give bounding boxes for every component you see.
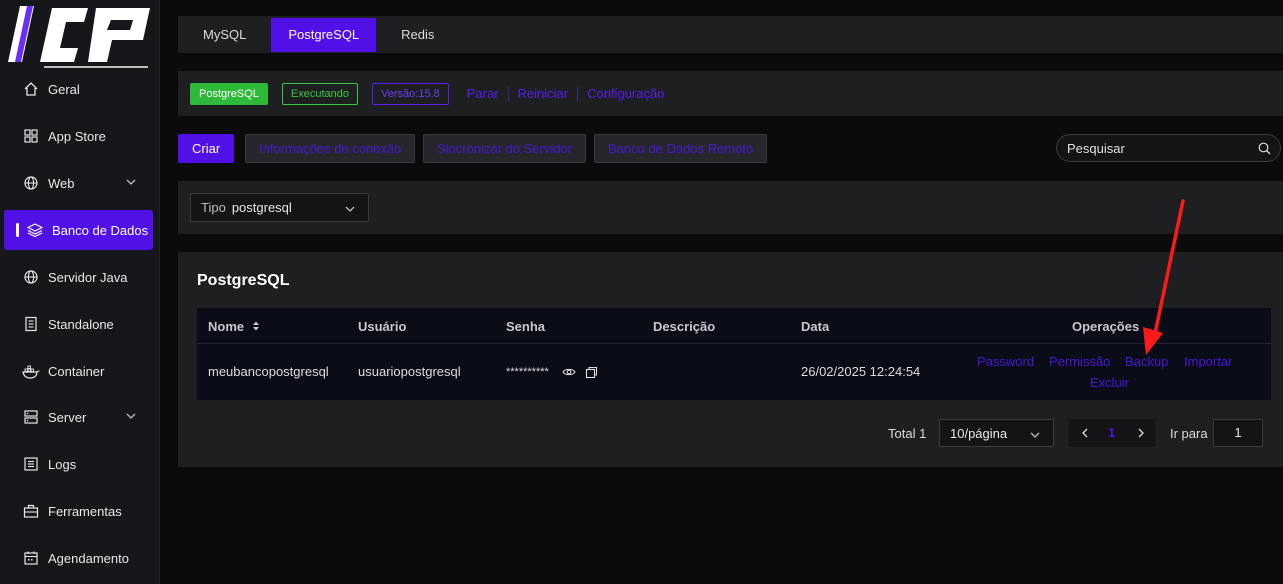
- db-date: 26/02/2025 12:24:54: [801, 364, 921, 379]
- table-header: Nome Usuário Senha Descrição Data Operaç…: [197, 308, 1271, 344]
- sidebar-item-label: Agendamento: [48, 550, 129, 566]
- sidebar-item-banco-de-dados[interactable]: Banco de Dados: [4, 210, 153, 250]
- column-header-name[interactable]: Nome: [208, 319, 261, 335]
- docker-icon: [22, 362, 40, 380]
- server-icon: [22, 408, 40, 426]
- sidebar-item-web[interactable]: Web: [4, 163, 153, 203]
- chevron-left-icon[interactable]: [1079, 427, 1091, 442]
- database-table: Nome Usuário Senha Descrição Data Operaç…: [197, 308, 1271, 400]
- calendar-icon: [22, 549, 40, 567]
- sidebar-item-standalone[interactable]: Standalone: [4, 304, 153, 344]
- copy-icon[interactable]: [585, 366, 598, 382]
- version-badge: Versão:15.8: [372, 82, 449, 105]
- sidebar-item-label: Geral: [48, 81, 80, 97]
- home-icon: [22, 80, 40, 98]
- goto-page-input[interactable]: 1: [1213, 419, 1263, 447]
- column-header-label: Nome: [208, 319, 245, 334]
- eye-icon[interactable]: [562, 366, 576, 381]
- tab-redis[interactable]: Redis: [384, 18, 451, 52]
- sidebar-item-logs[interactable]: Logs: [4, 444, 153, 484]
- column-header-user: Usuário: [358, 319, 407, 334]
- db-password-masked: **********: [506, 366, 549, 378]
- create-button[interactable]: Criar: [178, 134, 235, 163]
- configuration-link[interactable]: Configuração: [587, 86, 664, 101]
- document-icon: [22, 315, 40, 333]
- remote-database-button[interactable]: Banco de Dados Remoto: [594, 134, 768, 163]
- sidebar-item-ferramentas[interactable]: Ferramentas: [4, 491, 153, 531]
- filter-bar: Tipo postgresql: [178, 181, 1283, 234]
- pagination-total: Total 1: [888, 426, 927, 441]
- db-user: usuariopostgresql: [358, 364, 461, 379]
- sort-icon[interactable]: [251, 320, 261, 335]
- column-header-description: Descrição: [653, 319, 716, 334]
- sync-from-server-button[interactable]: Sincronizar do Servidor: [423, 134, 587, 163]
- tab-postgresql[interactable]: PostgreSQL: [271, 17, 377, 52]
- column-header-date: Data: [801, 319, 830, 334]
- database-list-panel: PostgreSQL Nome Usuário Senha Descrição …: [178, 252, 1283, 467]
- sidebar-item-app-store[interactable]: App Store: [4, 116, 153, 156]
- divider: [507, 86, 509, 101]
- password-action[interactable]: Password: [977, 354, 1034, 369]
- sidebar-item-container[interactable]: Container: [4, 351, 153, 391]
- tab-mysql[interactable]: MySQL: [186, 18, 263, 52]
- page-size-select[interactable]: 10/página: [939, 419, 1054, 447]
- chevron-down-icon: [1029, 429, 1041, 444]
- annotation-arrow: [1143, 199, 1185, 355]
- pager: 1: [1069, 419, 1155, 447]
- delete-action[interactable]: Excluir: [1090, 375, 1129, 390]
- db-name: meubancopostgresql: [208, 364, 329, 379]
- chevron-down-icon: [125, 176, 137, 191]
- chevron-down-icon: [344, 203, 356, 218]
- toolbox-icon: [22, 502, 40, 520]
- sidebar-item-label: Web: [48, 175, 75, 191]
- page-title: PostgreSQL: [197, 272, 290, 289]
- search-icon[interactable]: [1258, 142, 1271, 158]
- page-size-value: 10/página: [950, 425, 1008, 441]
- sidebar-item-label: Standalone: [48, 316, 114, 332]
- divider: [577, 86, 579, 101]
- sidebar-item-label: Servidor Java: [48, 269, 128, 285]
- type-select-label: Tipo: [201, 200, 226, 215]
- sidebar-item-label: Logs: [48, 456, 77, 472]
- sidebar-item-label: App Store: [48, 128, 106, 144]
- permission-action[interactable]: Permissão: [1049, 354, 1110, 369]
- search-box: [1056, 134, 1281, 162]
- sidebar-item-label: Ferramentas: [48, 503, 122, 519]
- app-name-tag: PostgreSQL: [190, 82, 268, 105]
- globe-icon: [22, 174, 40, 192]
- search-input[interactable]: [1067, 140, 1252, 156]
- column-header-password: Senha: [506, 319, 546, 334]
- sidebar-item-label: Banco de Dados: [52, 222, 149, 238]
- layers-icon: [26, 221, 44, 239]
- sidebar-item-server[interactable]: Server: [4, 397, 153, 437]
- active-indicator: [16, 223, 19, 237]
- connection-info-button[interactable]: Informações de conexão: [245, 134, 416, 163]
- chevron-right-icon[interactable]: [1135, 427, 1147, 442]
- sidebar-item-servidor-java[interactable]: Servidor Java: [4, 257, 153, 297]
- sidebar-item-label: Container: [48, 363, 105, 379]
- sidebar-item-geral[interactable]: Geral: [4, 69, 153, 109]
- globe-icon: [22, 268, 40, 286]
- database-tabs: MySQL PostgreSQL Redis: [178, 16, 1283, 53]
- service-status-bar: PostgreSQL Executando Versão:15.8 Parar …: [178, 71, 1283, 116]
- type-select-value: postgresql: [231, 200, 292, 215]
- page-number-current[interactable]: 1: [1108, 425, 1115, 440]
- stop-link[interactable]: Parar: [467, 86, 499, 101]
- app-logo[interactable]: [0, 0, 160, 70]
- restart-link[interactable]: Reiniciar: [518, 86, 569, 101]
- sidebar-item-agendamento[interactable]: Agendamento: [4, 538, 153, 578]
- sidebar-item-label: Server: [48, 409, 87, 425]
- goto-label: Ir para: [1170, 426, 1208, 441]
- sidebar: Geral App Store Web Banco de Dados Servi…: [0, 0, 160, 584]
- status-badge: Executando: [281, 82, 359, 105]
- grid-icon: [22, 127, 40, 145]
- type-select[interactable]: Tipo postgresql: [190, 193, 369, 222]
- chevron-down-icon: [125, 410, 137, 425]
- list-icon: [22, 455, 40, 473]
